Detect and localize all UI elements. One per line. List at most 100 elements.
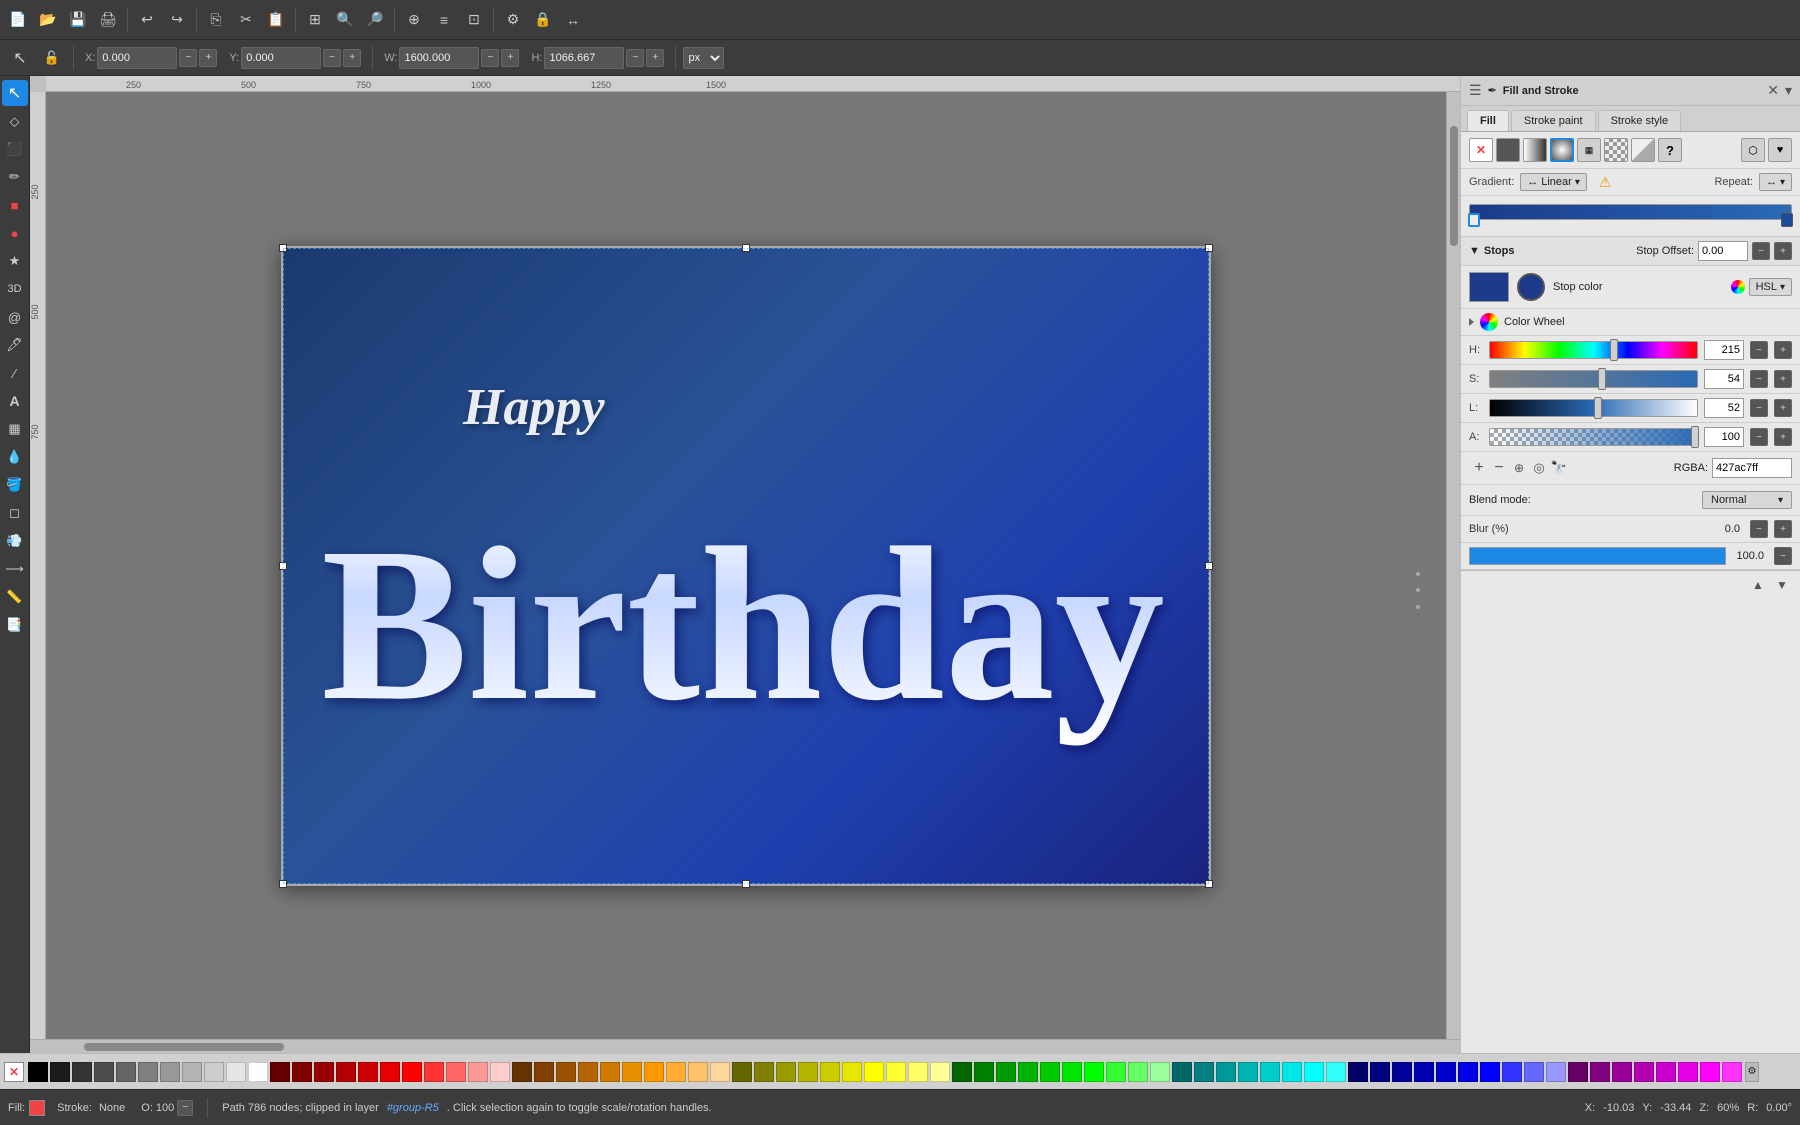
palette-color-16[interactable] (380, 1062, 400, 1082)
tab-fill[interactable]: Fill (1467, 110, 1509, 131)
handle-tm[interactable] (742, 244, 750, 252)
palette-color-25[interactable] (578, 1062, 598, 1082)
palette-color-17[interactable] (402, 1062, 422, 1082)
calligraphy-tool[interactable]: ∕ (2, 360, 28, 386)
canvas-scrollbar-h[interactable] (30, 1039, 1460, 1053)
palette-color-57[interactable] (1282, 1062, 1302, 1082)
palette-color-49[interactable] (1106, 1062, 1126, 1082)
stop-color-swatch[interactable] (1469, 272, 1509, 302)
panel-collapse-btn[interactable]: ☰ (1469, 82, 1482, 99)
palette-color-35[interactable] (798, 1062, 818, 1082)
paste-button[interactable]: 📋 (262, 6, 290, 34)
palette-color-67[interactable] (1502, 1062, 1522, 1082)
stops-collapse-btn[interactable]: ▼ (1469, 245, 1480, 257)
color-sample-btn[interactable]: ◎ (1529, 458, 1549, 478)
handle-tl[interactable] (279, 244, 287, 252)
add-stop-btn[interactable]: + (1469, 458, 1489, 478)
palette-color-70[interactable] (1568, 1062, 1588, 1082)
h-plus[interactable]: + (1774, 341, 1792, 359)
palette-color-38[interactable] (864, 1062, 884, 1082)
gradient-stop-right[interactable] (1781, 213, 1793, 227)
fill-mesh-btn[interactable]: ▦ (1577, 138, 1601, 162)
handle-bl[interactable] (279, 880, 287, 888)
palette-color-71[interactable] (1590, 1062, 1610, 1082)
w-plus[interactable]: + (501, 49, 519, 67)
palette-color-34[interactable] (776, 1062, 796, 1082)
palette-color-33[interactable] (754, 1062, 774, 1082)
panel-scroll-up[interactable]: ▲ (1748, 575, 1768, 595)
eraser-tool[interactable]: ◻ (2, 500, 28, 526)
l-slider[interactable] (1489, 399, 1698, 417)
panel-close-btn[interactable]: ✕ (1767, 82, 1779, 99)
x-minus[interactable]: − (179, 49, 197, 67)
palette-color-2[interactable] (72, 1062, 92, 1082)
ellipse-tool[interactable]: ● (2, 220, 28, 246)
fill-color-swatch[interactable] (29, 1100, 45, 1116)
palette-color-59[interactable] (1326, 1062, 1346, 1082)
palette-color-0[interactable] (28, 1062, 48, 1082)
fill-flat-btn[interactable] (1496, 138, 1520, 162)
tab-stroke-paint[interactable]: Stroke paint (1511, 110, 1596, 131)
palette-color-7[interactable] (182, 1062, 202, 1082)
tab-stroke-style[interactable]: Stroke style (1598, 110, 1681, 131)
palette-color-62[interactable] (1392, 1062, 1412, 1082)
palette-color-4[interactable] (116, 1062, 136, 1082)
x-input[interactable] (97, 47, 177, 69)
palette-color-10[interactable] (248, 1062, 268, 1082)
opacity-status-minus[interactable]: − (177, 1100, 193, 1116)
rgba-input[interactable] (1712, 458, 1792, 478)
palette-color-32[interactable] (732, 1062, 752, 1082)
palette-color-40[interactable] (908, 1062, 928, 1082)
fill-pattern-btn[interactable] (1604, 138, 1628, 162)
palette-color-5[interactable] (138, 1062, 158, 1082)
palette-color-52[interactable] (1172, 1062, 1192, 1082)
palette-color-30[interactable] (688, 1062, 708, 1082)
handle-tr[interactable] (1205, 244, 1213, 252)
l-value-input[interactable] (1704, 398, 1744, 418)
palette-color-36[interactable] (820, 1062, 840, 1082)
palette-color-29[interactable] (666, 1062, 686, 1082)
copy-button[interactable]: ⎘ (202, 6, 230, 34)
palette-color-50[interactable] (1128, 1062, 1148, 1082)
stop-offset-minus[interactable]: − (1752, 242, 1770, 260)
palette-color-28[interactable] (644, 1062, 664, 1082)
a-slider-thumb[interactable] (1691, 426, 1699, 448)
unit-select[interactable]: px mm cm in (683, 47, 724, 69)
opacity-minus[interactable]: − (1774, 547, 1792, 565)
zoom-fit-button[interactable]: ⊞ (301, 6, 329, 34)
palette-color-18[interactable] (424, 1062, 444, 1082)
palette-color-41[interactable] (930, 1062, 950, 1082)
palette-color-46[interactable] (1040, 1062, 1060, 1082)
palette-color-76[interactable] (1700, 1062, 1720, 1082)
palette-color-48[interactable] (1084, 1062, 1104, 1082)
blend-mode-select[interactable]: Normal ▾ (1702, 491, 1792, 509)
duplicate-stop-btn[interactable]: ⊕ (1509, 458, 1529, 478)
s-plus[interactable]: + (1774, 370, 1792, 388)
handle-bm[interactable] (742, 880, 750, 888)
palette-color-43[interactable] (974, 1062, 994, 1082)
panel-scroll-down[interactable]: ▼ (1772, 575, 1792, 595)
xml-editor-button[interactable]: ⚙ (499, 6, 527, 34)
palette-color-1[interactable] (50, 1062, 70, 1082)
palette-color-56[interactable] (1260, 1062, 1280, 1082)
paint-bucket-tool[interactable]: 🪣 (2, 472, 28, 498)
redo-button[interactable]: ↪ (163, 6, 191, 34)
measure-tool[interactable]: 📏 (2, 584, 28, 610)
palette-color-39[interactable] (886, 1062, 906, 1082)
palette-color-6[interactable] (160, 1062, 180, 1082)
palette-color-47[interactable] (1062, 1062, 1082, 1082)
group-button[interactable]: ⊕ (400, 6, 428, 34)
hsl-dropdown[interactable]: HSL ▾ (1749, 278, 1792, 296)
panel-expand-btn[interactable]: ▾ (1785, 82, 1792, 99)
remove-stop-btn[interactable]: − (1489, 458, 1509, 478)
palette-color-19[interactable] (446, 1062, 466, 1082)
h-slider-thumb[interactable] (1610, 339, 1618, 361)
palette-color-8[interactable] (204, 1062, 224, 1082)
palette-color-68[interactable] (1524, 1062, 1544, 1082)
s-value-input[interactable] (1704, 369, 1744, 389)
gradient-select[interactable]: ↔ Linear ▾ (1520, 173, 1587, 191)
gradient-stop-left[interactable] (1468, 213, 1480, 227)
y-plus[interactable]: + (343, 49, 361, 67)
palette-color-60[interactable] (1348, 1062, 1368, 1082)
eyedropper-btn[interactable]: 🔭 (1549, 458, 1569, 478)
